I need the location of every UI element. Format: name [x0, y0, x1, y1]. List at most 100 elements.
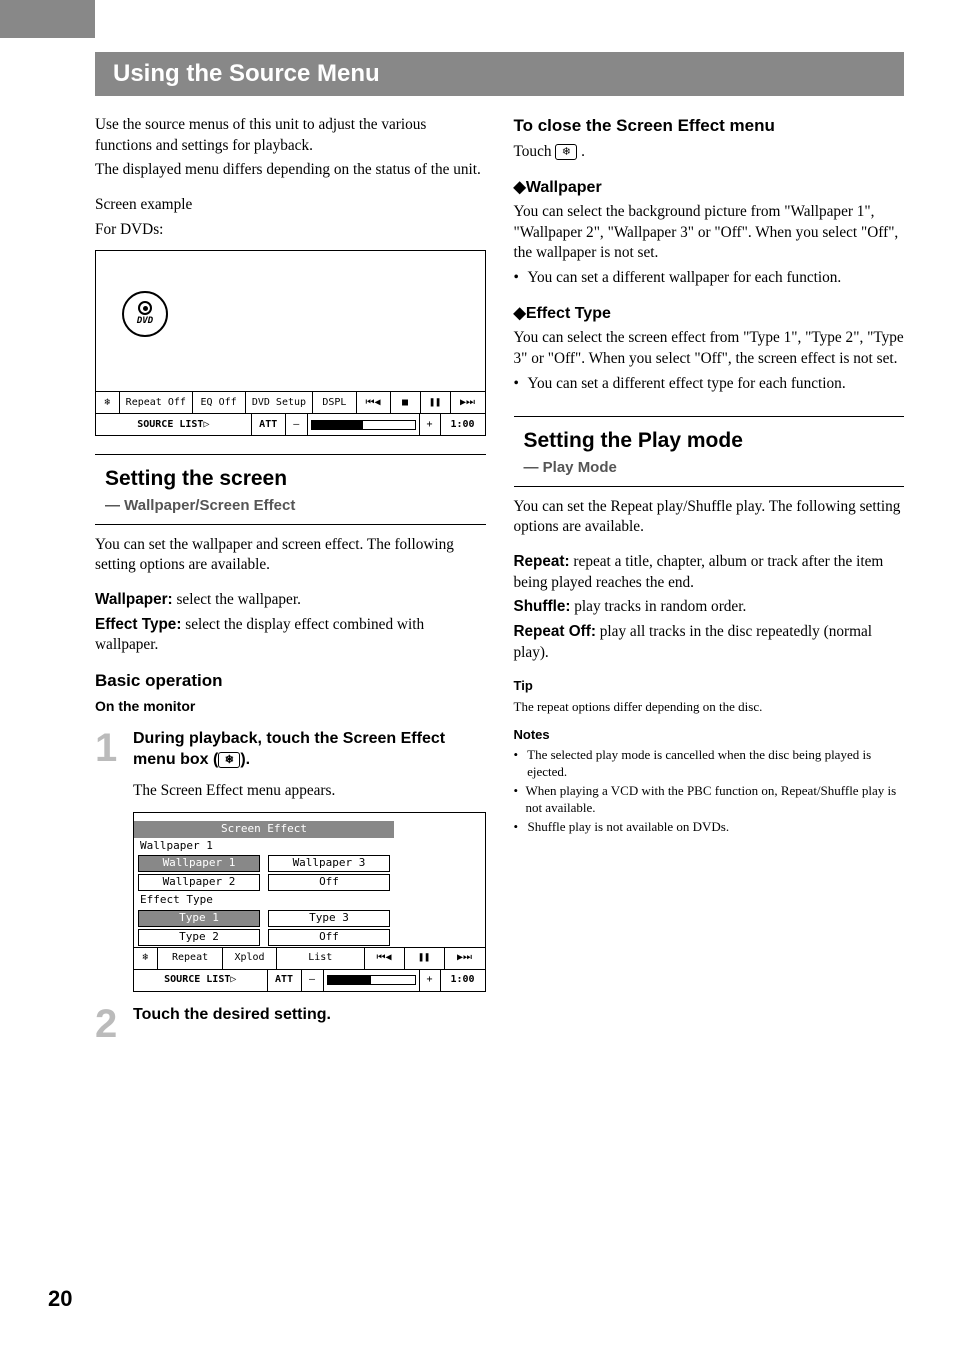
se-t-off: Off [268, 929, 390, 946]
dvd-setup-cell: DVD Setup [246, 392, 314, 413]
snowflake-icon: ❄ [96, 392, 120, 413]
effect-label: Effect Type: [95, 616, 181, 633]
wallpaper-head: ◆Wallpaper [514, 177, 905, 199]
eq-off-cell: EQ Off [193, 392, 246, 413]
page-title: Using the Source Menu [113, 60, 380, 87]
se-title: Screen Effect [134, 821, 394, 838]
diagram-volume-row: SOURCE LIST▷ ATT – + 1:00 [96, 413, 485, 435]
intro-paragraph-1: Use the source menus of this unit to adj… [95, 115, 486, 156]
se-time: 1:00 [441, 970, 485, 991]
se-wp-off: Off [268, 874, 390, 891]
att-cell: ATT [252, 414, 286, 435]
screen-example-for: For DVDs: [95, 220, 486, 241]
snowflake-icon: ❄ [218, 752, 240, 768]
note-2: •When playing a VCD with the PBC functio… [514, 783, 905, 817]
minus-cell: – [286, 414, 308, 435]
effect-option: Effect Type: select the display effect c… [95, 615, 486, 656]
step-2-title: Touch the desired setting. [133, 1004, 486, 1026]
dvd-diagram: DVD ❄ Repeat Off EQ Off DVD Setup DSPL ⏮… [95, 250, 486, 436]
se-volume-row: SOURCE LIST▷ ATT – + 1:00 [134, 969, 485, 991]
dvd-logo-text: DVD [137, 315, 153, 327]
step-2: 2 Touch the desired setting. [95, 1004, 486, 1044]
repeat-option: Repeat: repeat a title, chapter, album o… [514, 552, 905, 593]
repeat-off-cell: Repeat Off [120, 392, 193, 413]
se-wp1: Wallpaper 1 [138, 855, 260, 872]
setting-screen-heading: Setting the screen [105, 465, 486, 493]
stop-cell: ■ [391, 392, 421, 413]
page-title-bar: Using the Source Menu [95, 52, 904, 96]
note-1: •The selected play mode is cancelled whe… [514, 747, 905, 781]
screen-example-label: Screen example [95, 195, 486, 216]
setting-screen-box: Setting the screen — Wallpaper/Screen Ef… [95, 454, 486, 525]
wallpaper-text: select the wallpaper. [173, 591, 301, 608]
se-plus: + [419, 970, 441, 991]
effect-type-bullet: •You can set a different effect type for… [514, 374, 905, 395]
play-mode-heading: Setting the Play mode [524, 427, 905, 455]
shuffle-label: Shuffle: [514, 598, 571, 615]
basic-operation-head: Basic operation [95, 670, 486, 693]
diagram-button-row: ❄ Repeat Off EQ Off DVD Setup DSPL ⏮◀ ■ … [96, 391, 485, 413]
play-mode-intro: You can set the Repeat play/Shuffle play… [514, 497, 905, 538]
prev-cell: ⏮◀ [357, 392, 391, 413]
se-t3: Type 3 [268, 910, 390, 927]
effect-type-head: ◆Effect Type [514, 303, 905, 325]
wallpaper-label: Wallpaper: [95, 591, 173, 608]
time-cell: 1:00 [441, 414, 485, 435]
se-wp3: Wallpaper 3 [268, 855, 390, 872]
se-att: ATT [268, 970, 302, 991]
se-minus: – [302, 970, 324, 991]
se-source-list: SOURCE LIST▷ [134, 970, 268, 991]
se-repeat: Repeat [158, 948, 223, 969]
shuffle-option: Shuffle: play tracks in random order. [514, 597, 905, 618]
screen-effect-panel: Screen Effect Wallpaper 1 Wallpaper 1Wal… [134, 821, 394, 947]
dvd-logo: DVD [122, 291, 168, 337]
setting-screen-sub: — Wallpaper/Screen Effect [105, 496, 486, 516]
tip-body: The repeat options differ depending on t… [514, 699, 905, 716]
se-button-row: ❄ Repeat Xplod List ⏮◀ ❚❚ ▶⏭ [134, 947, 485, 969]
se-wp-label: Wallpaper 1 [134, 838, 394, 855]
se-prev: ⏮◀ [365, 948, 405, 969]
effect-type-body: You can select the screen effect from "T… [514, 328, 905, 369]
repeat-off-option: Repeat Off: play all tracks in the disc … [514, 622, 905, 663]
se-next: ▶⏭ [445, 948, 485, 969]
se-volume-bar [324, 970, 419, 991]
notes-head: Notes [514, 726, 905, 744]
intro-paragraph-2: The displayed menu differs depending on … [95, 160, 486, 181]
pause-cell: ❚❚ [421, 392, 451, 413]
volume-bar [308, 414, 419, 435]
wallpaper-body: You can select the background picture fr… [514, 202, 905, 264]
repeat-off-label: Repeat Off: [514, 623, 596, 640]
snowflake-icon: ❄ [555, 144, 577, 160]
close-menu-head: To close the Screen Effect menu [514, 115, 905, 138]
wallpaper-option: Wallpaper: select the wallpaper. [95, 590, 486, 611]
close-menu-body: Touch ❄ . [514, 142, 905, 163]
step-2-number: 2 [95, 1004, 133, 1044]
snowflake-icon: ❄ [134, 948, 158, 969]
source-list-cell: SOURCE LIST▷ [96, 414, 252, 435]
se-pause: ❚❚ [405, 948, 445, 969]
plus-cell: + [419, 414, 441, 435]
se-t1: Type 1 [138, 910, 260, 927]
screen-effect-diagram: Screen Effect Wallpaper 1 Wallpaper 1Wal… [133, 812, 486, 992]
se-et-label: Effect Type [134, 892, 394, 909]
se-t2: Type 2 [138, 929, 260, 946]
dspl-cell: DSPL [313, 392, 356, 413]
next-cell: ▶⏭ [451, 392, 485, 413]
play-mode-box: Setting the Play mode — Play Mode [514, 416, 905, 487]
on-monitor-label: On the monitor [95, 697, 486, 716]
note-3: •Shuffle play is not available on DVDs. [514, 819, 905, 836]
play-mode-sub: — Play Mode [524, 458, 905, 478]
wallpaper-bullet: •You can set a different wallpaper for e… [514, 268, 905, 289]
left-column: Use the source menus of this unit to adj… [95, 115, 486, 1044]
repeat-label: Repeat: [514, 553, 570, 570]
tip-head: Tip [514, 677, 905, 695]
right-column: To close the Screen Effect menu Touch ❄ … [514, 115, 905, 1044]
left-margin-block [0, 0, 95, 38]
screen-intro: You can set the wallpaper and screen eff… [95, 535, 486, 576]
se-wp2: Wallpaper 2 [138, 874, 260, 891]
step-1-title: During playback, touch the Screen Effect… [133, 728, 486, 771]
step-1-number: 1 [95, 728, 133, 992]
se-list: List [277, 948, 365, 969]
se-xplod: Xplod [223, 948, 277, 969]
step-1-body: The Screen Effect menu appears. [133, 781, 486, 802]
